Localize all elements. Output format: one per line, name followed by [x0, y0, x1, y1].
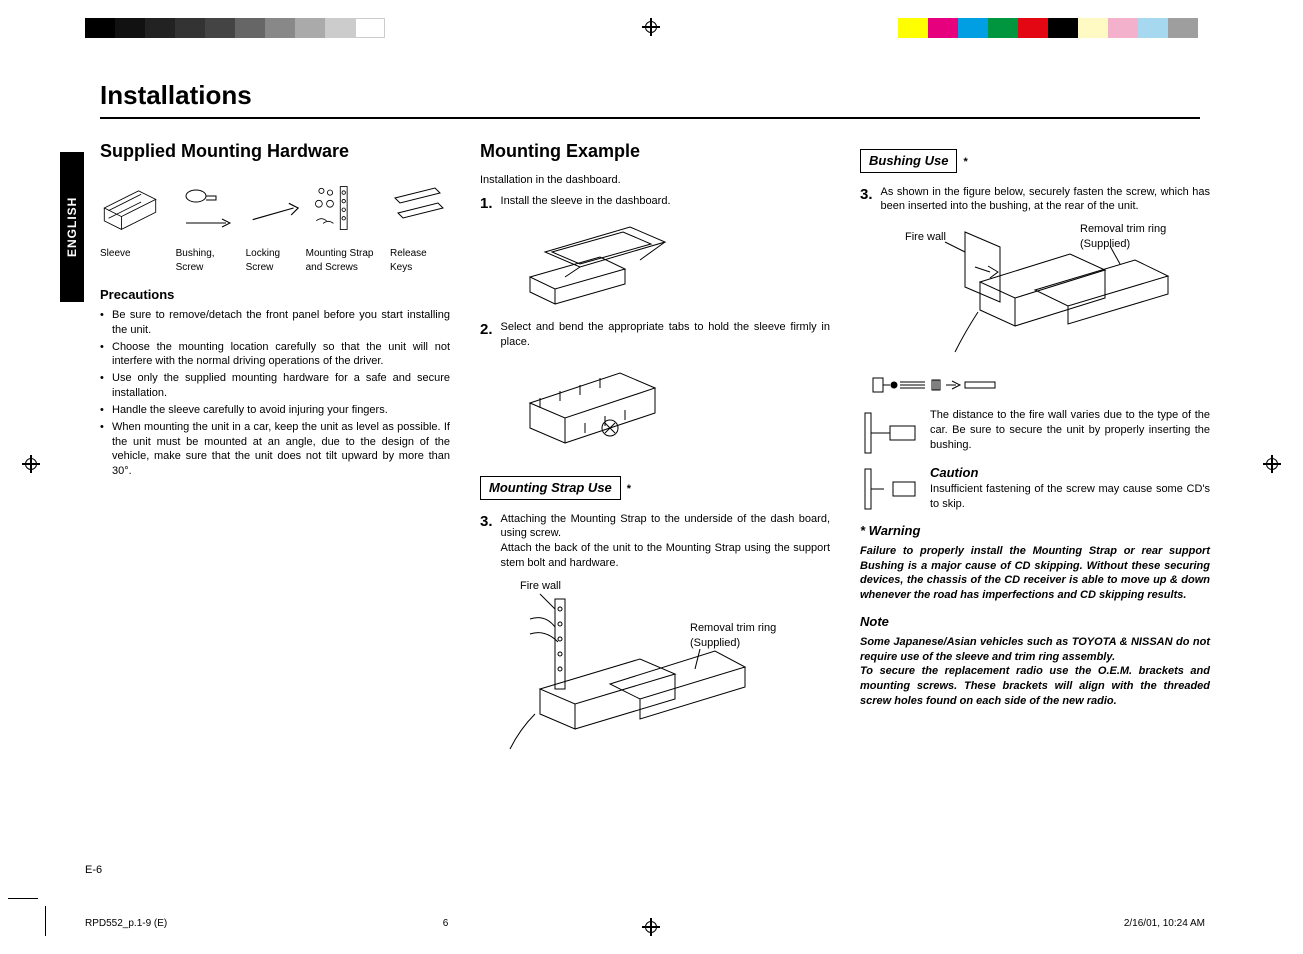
- box-label: Mounting Strap Use: [480, 476, 621, 500]
- mounting-strap-box: Mounting Strap Use *: [480, 466, 830, 506]
- figure-bushing: Fire wall Removal trim ring(Supplied): [870, 222, 1210, 362]
- distance-text: The distance to the fire wall varies due…: [930, 408, 1210, 453]
- precaution-item: Handle the sleeve carefully to avoid inj…: [100, 403, 450, 418]
- hw-label: Bushing, Screw: [176, 247, 236, 274]
- sleeve-dashboard-icon: [510, 222, 690, 312]
- mounting-example-heading: Mounting Example: [480, 139, 830, 163]
- warning-heading: * Warning: [860, 522, 1210, 540]
- note-heading: Note: [860, 613, 1210, 631]
- release-keys-icon: [390, 173, 450, 243]
- precaution-item: Choose the mounting location carefully s…: [100, 340, 450, 370]
- step-3: 3. Attaching the Mounting Strap to the u…: [480, 512, 830, 571]
- asterisk: *: [963, 156, 967, 168]
- print-footer: RPD552_p.1-9 (E) 6 2/16/01, 10:24 AM: [85, 918, 1205, 929]
- mounting-strap-icon: [306, 173, 366, 243]
- step-number: 1.: [480, 194, 493, 214]
- trim-ring-label: Removal trim ring(Supplied): [1080, 222, 1166, 252]
- caution-row: Caution Insufficient fastening of the sc…: [860, 464, 1210, 514]
- precaution-item: Be sure to remove/detach the front panel…: [100, 308, 450, 338]
- supplied-hardware-heading: Supplied Mounting Hardware: [100, 139, 450, 163]
- step-text: Attaching the Mounting Strap to the unde…: [501, 512, 830, 571]
- step-text: As shown in the figure below, securely f…: [881, 185, 1210, 215]
- firewall-label: Fire wall: [520, 579, 561, 594]
- hw-label: Mounting Strap and Screws: [306, 247, 380, 274]
- distance-note: The distance to the fire wall varies due…: [860, 408, 1210, 458]
- hw-label: Release Keys: [390, 247, 450, 274]
- step-1: 1. Install the sleeve in the dashboard.: [480, 194, 830, 214]
- bushing-use-box: Bushing Use *: [860, 139, 1210, 179]
- sleeve-icon: [100, 173, 160, 243]
- caution-heading: Caution: [930, 464, 1210, 482]
- screw-assembly-icon: [870, 370, 1020, 400]
- footer-filename: RPD552_p.1-9 (E): [85, 918, 167, 929]
- step-text: Install the sleeve in the dashboard.: [501, 194, 830, 209]
- precaution-item: Use only the supplied mounting hardware …: [100, 371, 450, 401]
- bracket-correct-icon: [860, 408, 920, 458]
- bend-tabs-icon: [510, 358, 680, 458]
- registration-mark-top-icon: [642, 18, 660, 36]
- page-number: E-6: [85, 864, 102, 876]
- strap-mounting-icon: [500, 579, 800, 759]
- step-number: 3.: [860, 185, 873, 205]
- registration-mark-right-icon: [1263, 455, 1281, 473]
- hw-mounting-strap: Mounting Strap and Screws: [306, 173, 380, 274]
- step-3-bushing: 3. As shown in the figure below, securel…: [860, 185, 1210, 215]
- print-grayscale-bar: [85, 18, 385, 38]
- locking-screw-icon: [246, 173, 306, 243]
- column-3: Bushing Use * 3. As shown in the figure b…: [860, 139, 1210, 767]
- column-2: Mounting Example Installation in the das…: [480, 139, 830, 767]
- figure-step1: [510, 222, 830, 312]
- step-text: Select and bend the appropriate tabs to …: [501, 320, 830, 350]
- step-2: 2. Select and bend the appropriate tabs …: [480, 320, 830, 350]
- caution-block: Caution Insufficient fastening of the sc…: [930, 464, 1210, 511]
- mounting-intro: Installation in the dashboard.: [480, 173, 830, 188]
- precaution-list: Be sure to remove/detach the front panel…: [100, 308, 450, 479]
- box-label: Bushing Use: [860, 149, 957, 173]
- step-number: 2.: [480, 320, 493, 340]
- bushing-screw-icon: [176, 173, 236, 243]
- precautions-heading: Precautions: [100, 286, 450, 304]
- hw-label: Sleeve: [100, 247, 131, 261]
- bracket-gap-icon: [860, 464, 920, 514]
- hw-bushing-screw: Bushing, Screw: [176, 173, 236, 274]
- note-text: Some Japanese/Asian vehicles such as TOY…: [860, 635, 1210, 709]
- warning-text: Failure to properly install the Mounting…: [860, 544, 1210, 603]
- hardware-grid: Sleeve Bushing, Screw: [100, 173, 450, 274]
- page-title: Installations: [100, 80, 1200, 119]
- hw-release-keys: Release Keys: [390, 173, 450, 274]
- registration-mark-left-icon: [22, 455, 40, 473]
- figure-screw-assembly: [870, 370, 1210, 400]
- hw-label: Locking Screw: [246, 247, 296, 274]
- footer-timestamp: 2/16/01, 10:24 AM: [1124, 918, 1205, 929]
- language-tab: ENGLISH: [60, 152, 84, 302]
- hw-sleeve: Sleeve: [100, 173, 166, 274]
- column-1: Supplied Mounting Hardware Sleeve: [100, 139, 450, 767]
- page-content: Installations ENGLISH Supplied Mounting …: [60, 80, 1240, 767]
- precaution-item: When mounting the unit in a car, keep th…: [100, 420, 450, 479]
- figure-step2: [510, 358, 830, 458]
- trim-ring-label: Removal trim ring(Supplied): [690, 621, 776, 651]
- figure-step3-strap: Fire wall Removal trim ring(Supplied): [500, 579, 830, 759]
- step-number: 3.: [480, 512, 493, 532]
- hw-locking-screw: Locking Screw: [246, 173, 296, 274]
- firewall-label: Fire wall: [905, 230, 946, 245]
- print-color-bar: [898, 18, 1198, 38]
- footer-page: 6: [443, 918, 449, 929]
- caution-text: Insufficient fastening of the screw may …: [930, 482, 1210, 512]
- asterisk: *: [627, 483, 631, 495]
